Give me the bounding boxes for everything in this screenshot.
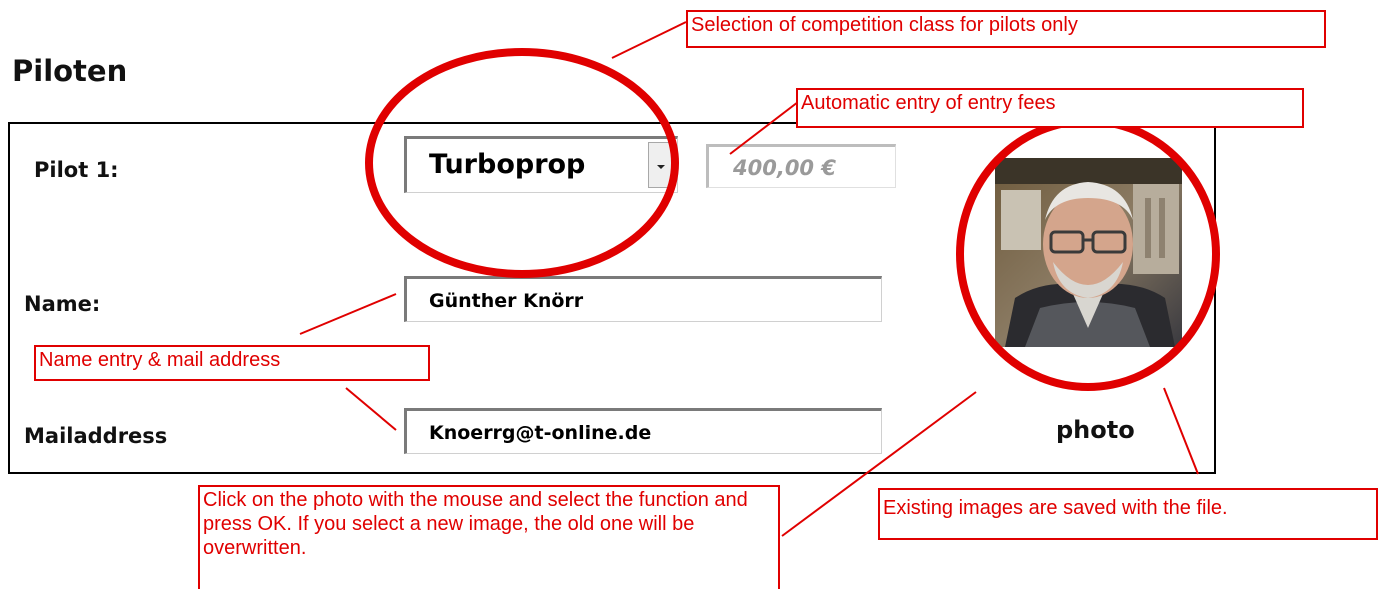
entry-fee-value: 400,00 € — [733, 156, 836, 180]
photo-label: photo — [1056, 416, 1135, 444]
entry-fee-field: 400,00 € — [706, 144, 896, 188]
class-selection-callout: Selection of competition class for pilot… — [686, 10, 1326, 48]
competition-class-select[interactable]: Turboprop — [404, 136, 678, 193]
mail-field[interactable]: Knoerrg@t-online.de — [404, 408, 882, 454]
mail-label: Mailaddress — [24, 424, 168, 448]
pilot-photo[interactable] — [995, 158, 1182, 347]
mail-field-value: Knoerrg@t-online.de — [429, 422, 652, 444]
name-field-value: Günther Knörr — [429, 290, 584, 312]
name-label: Name: — [24, 292, 101, 316]
saved-images-callout: Existing images are saved with the file. — [878, 488, 1378, 540]
name-mail-callout: Name entry & mail address — [34, 345, 430, 381]
pilot-slot-label: Pilot 1: — [34, 158, 119, 182]
competition-class-value: Turboprop — [429, 149, 586, 180]
chevron-down-icon[interactable] — [648, 142, 674, 188]
name-field[interactable]: Günther Knörr — [404, 276, 882, 322]
entry-fee-callout: Automatic entry of entry fees — [796, 88, 1304, 128]
class-note-leader — [611, 21, 687, 59]
page-title: Piloten — [12, 54, 128, 88]
pilot-photo-image — [995, 158, 1182, 347]
photo-instructions-callout: Click on the photo with the mouse and se… — [198, 485, 780, 589]
